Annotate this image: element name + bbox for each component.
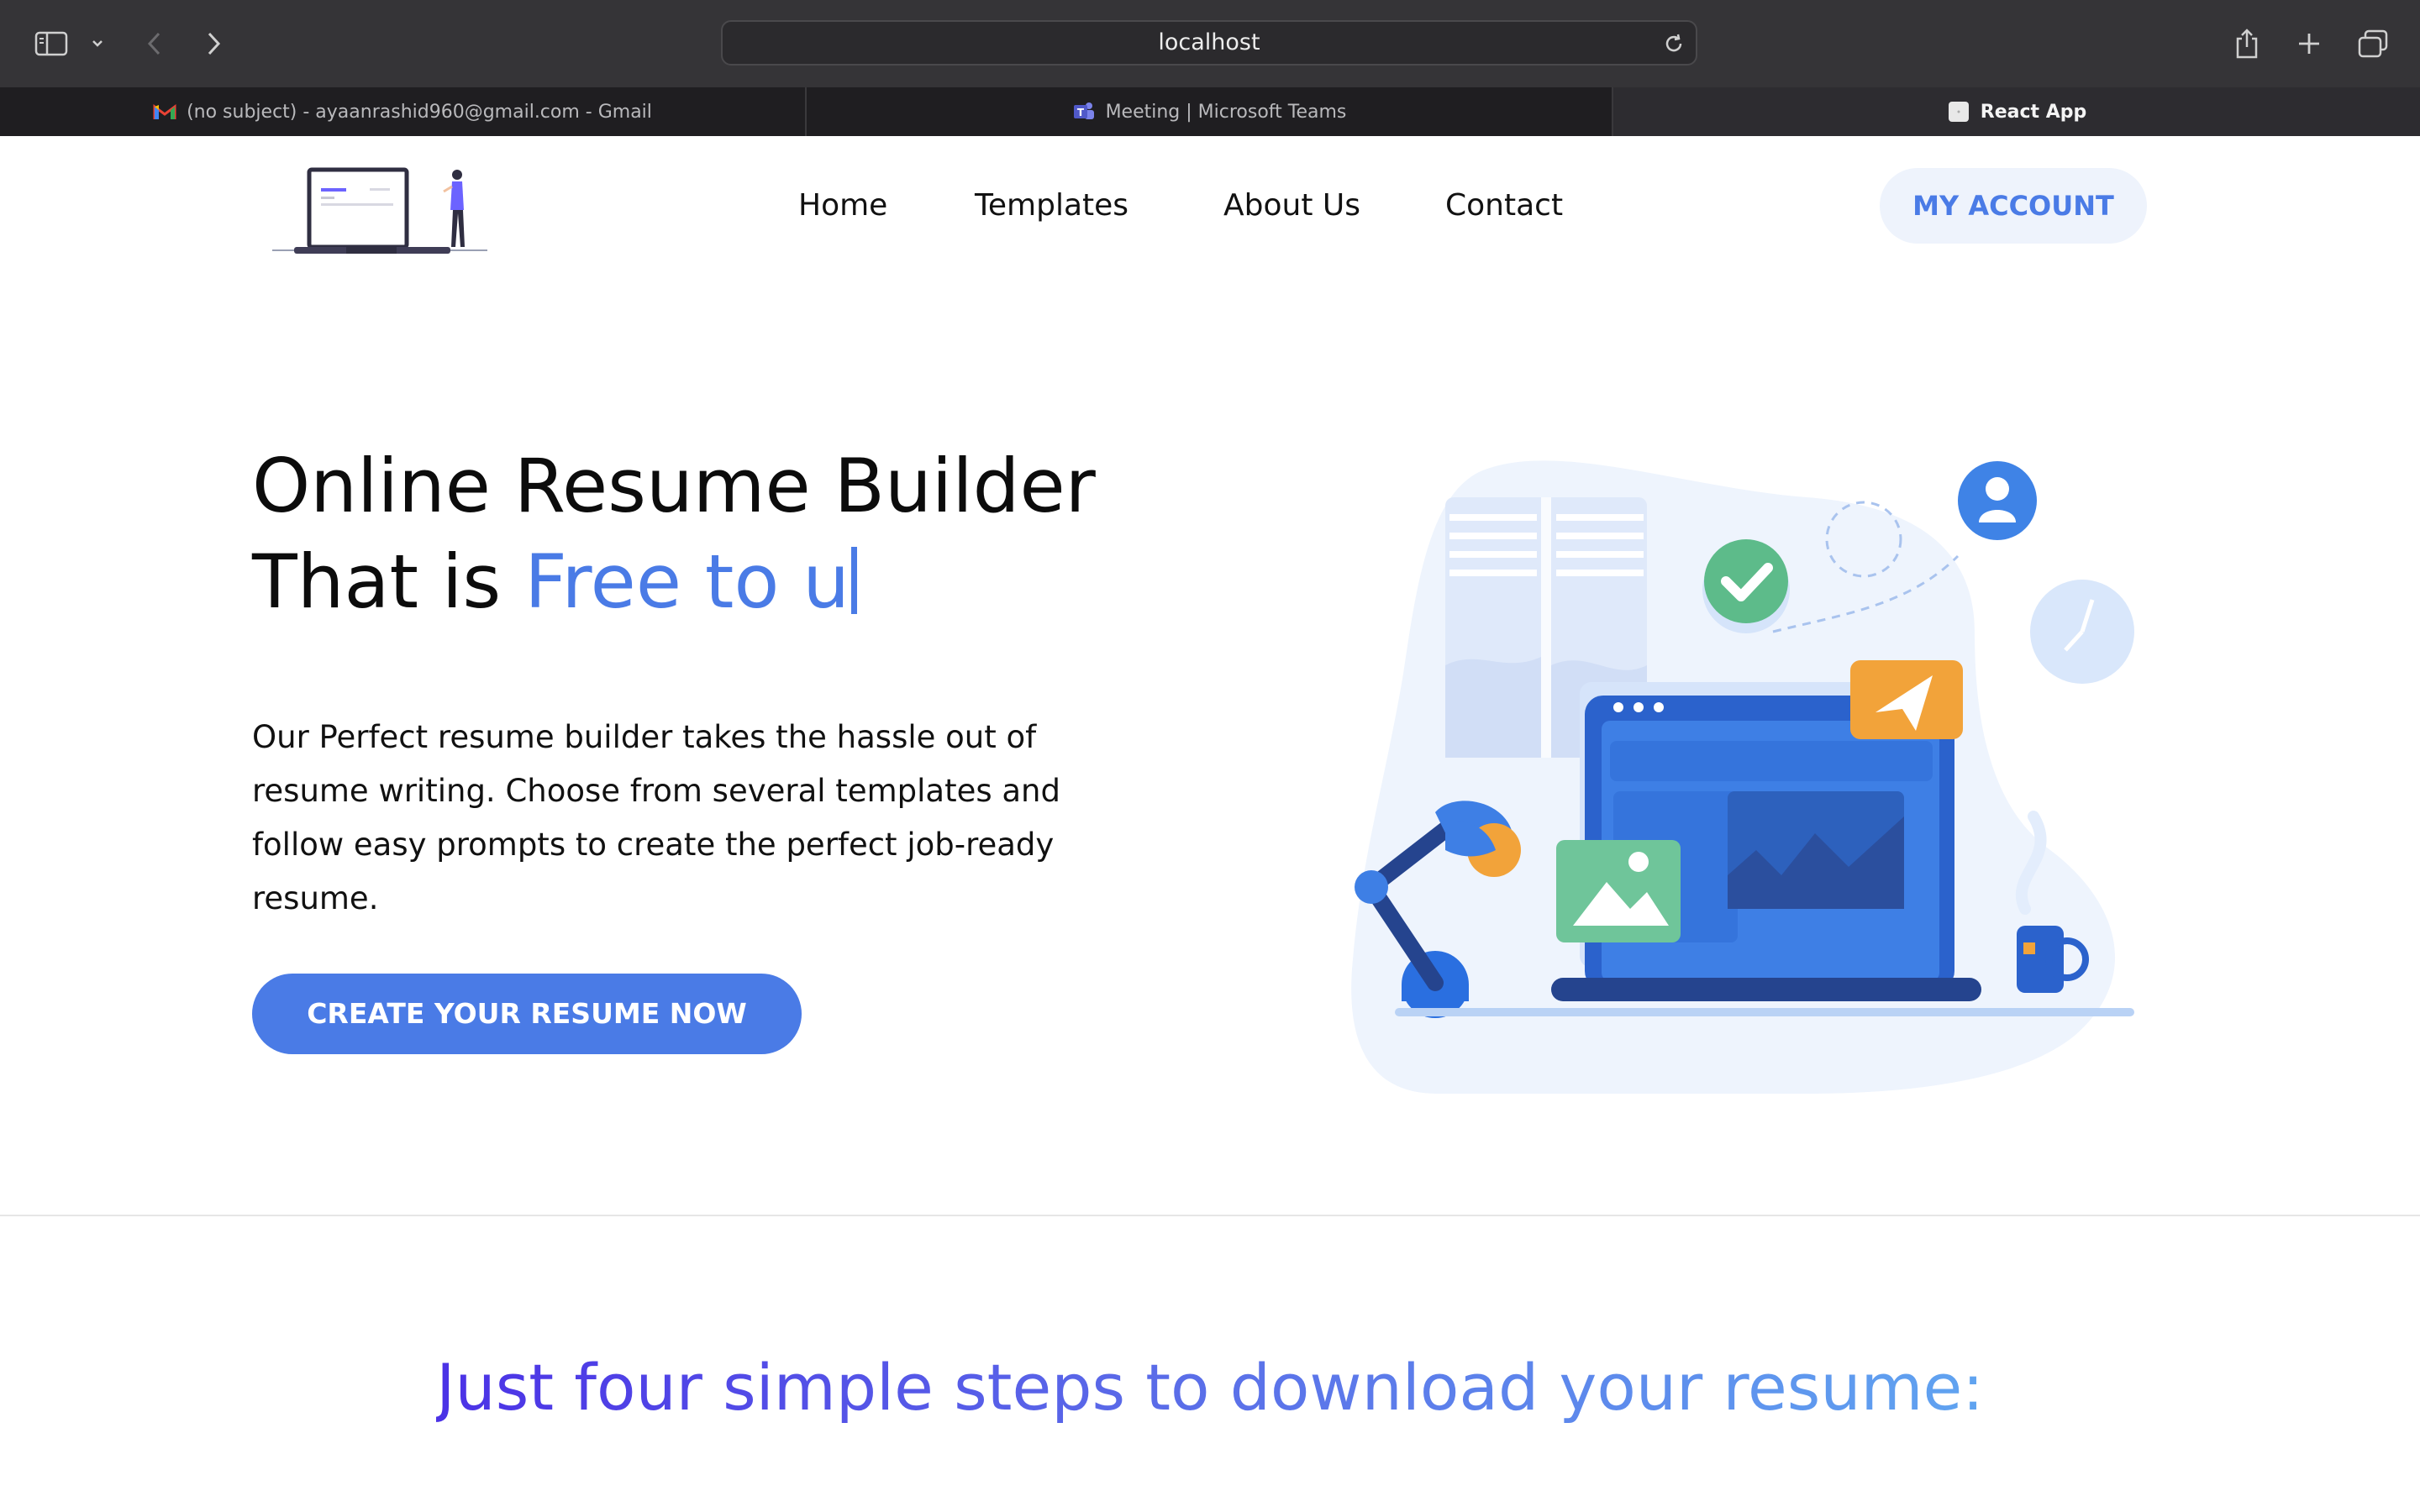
my-account-button[interactable]: MY ACCOUNT xyxy=(1880,168,2147,244)
steps-title-text: Just four simple steps to download your … xyxy=(436,1350,1984,1425)
reload-icon[interactable] xyxy=(1662,32,1686,55)
tab-react-app[interactable]: React App xyxy=(1613,87,2420,136)
tab-overview-icon[interactable] xyxy=(2354,0,2391,87)
hero-title: Online Resume Builder That is Free to u xyxy=(252,438,1176,630)
address-text: localhost xyxy=(1158,29,1260,55)
tab-bar: (no subject) - ayaanrashid960@gmail.com … xyxy=(0,87,2420,136)
hero-title-line1: Online Resume Builder xyxy=(252,443,1096,529)
react-app-favicon xyxy=(1947,100,1970,123)
hero-title-prefix: That is xyxy=(252,538,502,625)
back-arrow-icon[interactable] xyxy=(141,0,168,87)
chevron-down-icon[interactable] xyxy=(86,0,109,87)
tab-title: Meeting | Microsoft Teams xyxy=(1105,101,1347,123)
steps-section-title: Just four simple steps to download your … xyxy=(0,1346,2420,1430)
svg-text:T: T xyxy=(1076,107,1084,118)
nav-contact[interactable]: Contact xyxy=(1445,185,1563,227)
tab-gmail[interactable]: (no subject) - ayaanrashid960@gmail.com … xyxy=(0,87,807,136)
gmail-icon xyxy=(153,100,176,123)
forward-arrow-icon[interactable] xyxy=(200,0,227,87)
address-bar[interactable]: localhost xyxy=(721,20,1697,66)
tab-title: React App xyxy=(1980,101,2087,123)
hero-description: Our Perfect resume builder takes the has… xyxy=(252,719,1060,916)
hero-title-accent: Free to u xyxy=(524,538,850,625)
page: Home Templates About Us Contact MY ACCOU… xyxy=(0,136,2420,1512)
new-tab-icon[interactable] xyxy=(2292,0,2326,87)
desk-laptop-lamp-illustration xyxy=(1336,455,2168,1152)
browser-toolbar: localhost xyxy=(0,0,2420,87)
hero-title-line2: That is Free to u xyxy=(252,534,1176,630)
tab-teams[interactable]: T Meeting | Microsoft Teams xyxy=(807,87,1613,136)
nav-about-us[interactable]: About Us xyxy=(1223,185,1360,227)
sidebar-icon[interactable] xyxy=(32,0,71,87)
share-icon[interactable] xyxy=(2230,0,2264,87)
tab-title: (no subject) - ayaanrashid960@gmail.com … xyxy=(187,101,652,123)
nav-home[interactable]: Home xyxy=(798,185,887,227)
laptop-person-logo[interactable] xyxy=(271,151,491,260)
section-divider xyxy=(0,1215,2420,1216)
typing-caret xyxy=(851,547,858,614)
create-resume-button[interactable]: CREATE YOUR RESUME NOW xyxy=(252,974,802,1054)
nav-templates[interactable]: Templates xyxy=(975,185,1128,227)
teams-icon: T xyxy=(1072,100,1096,123)
